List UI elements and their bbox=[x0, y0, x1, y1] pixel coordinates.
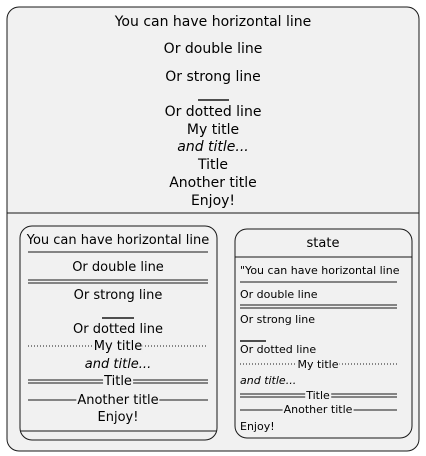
outer-line-title: Title bbox=[197, 157, 229, 173]
right-line-title: Title bbox=[305, 389, 331, 402]
left-line-title: Title bbox=[103, 374, 133, 389]
outer-line-and-title: and title... bbox=[177, 139, 249, 155]
outer-line-horizontal: You can have horizontal line bbox=[114, 14, 312, 30]
outer-line-enjoy: Enjoy! bbox=[190, 193, 236, 209]
left-state-title: You can have horizontal line bbox=[26, 233, 210, 248]
right-line-another-title: Another title bbox=[282, 403, 354, 416]
right-line-and-title: and title... bbox=[240, 374, 297, 387]
left-line-double: Or double line bbox=[72, 260, 164, 275]
right-line-horizontal: "You can have horizontal line bbox=[240, 264, 400, 277]
left-line-enjoy: Enjoy! bbox=[97, 410, 139, 425]
left-line-another-title: Another title bbox=[76, 393, 160, 408]
right-line-dotted: Or dotted line bbox=[240, 343, 317, 356]
outer-line-another-title: Another title bbox=[169, 175, 257, 191]
right-line-strong: Or strong line bbox=[240, 313, 316, 326]
left-line-and-title: and title... bbox=[84, 357, 152, 372]
right-line-double: Or double line bbox=[240, 288, 318, 301]
outer-line-double: Or double line bbox=[163, 41, 263, 57]
left-line-strong: Or strong line bbox=[73, 288, 163, 303]
right-state-title: state bbox=[306, 236, 340, 251]
outer-line-strong: Or strong line bbox=[165, 69, 261, 85]
outer-line-dotted: Or dotted line bbox=[164, 104, 262, 120]
outer-line-my-title: My title bbox=[186, 122, 240, 138]
right-line-enjoy: Enjoy! bbox=[240, 420, 275, 433]
left-line-dotted: Or dotted line bbox=[73, 322, 163, 337]
right-line-my-title: My title bbox=[296, 358, 340, 371]
left-line-my-title: My title bbox=[92, 339, 144, 354]
